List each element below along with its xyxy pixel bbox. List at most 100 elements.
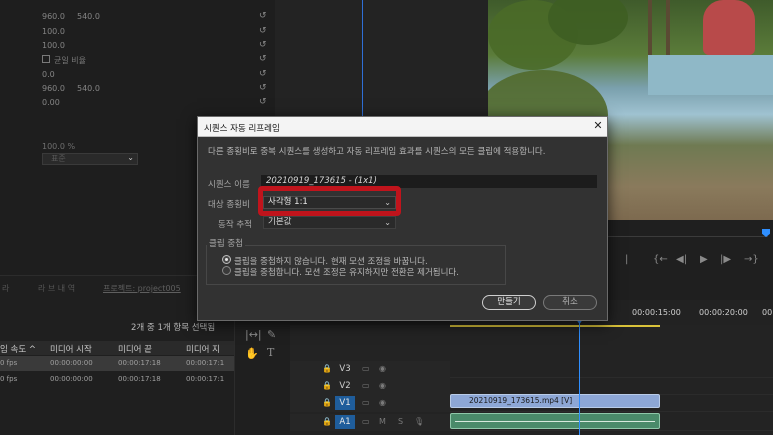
create-button[interactable]: 만들기 [482, 295, 536, 310]
cancel-button[interactable]: 취소 [543, 295, 597, 310]
go-to-out-icon[interactable]: →} [744, 254, 759, 265]
fx-value[interactable]: 100.0 [42, 27, 65, 36]
fx-row: 0.0 ↺ [0, 68, 275, 82]
project-table-header: 임 속도 ^ 미디어 시작 미디어 끝 미디어 지 [0, 341, 234, 355]
column-header[interactable]: 미디어 끝 [118, 343, 152, 355]
reset-icon[interactable]: ↺ [259, 97, 269, 108]
step-forward-icon[interactable]: |▶ [720, 254, 731, 265]
sequence-name-label: 시퀀스 이름 [208, 180, 250, 190]
aspect-ratio-select[interactable]: 사각형 1:1 ⌄ [263, 196, 396, 209]
uniform-scale-checkbox[interactable] [42, 55, 50, 63]
mute-icon[interactable]: M [379, 417, 386, 426]
solo-icon[interactable]: S [398, 417, 403, 426]
fx-row: 100.0 ↺ [0, 39, 275, 53]
fx-row: 0.00 ↺ [0, 96, 275, 110]
reset-icon[interactable]: ↺ [259, 69, 269, 80]
sync-icon[interactable]: ▭ [362, 381, 370, 390]
type-tool-icon[interactable]: T [267, 346, 274, 359]
ripple-edit-icon[interactable]: |↔| [245, 328, 262, 341]
timeline-playhead[interactable] [579, 320, 580, 435]
reset-icon[interactable]: ↺ [259, 83, 269, 94]
blend-mode-value: 표준 [51, 154, 66, 163]
chevron-down-icon: ⌄ [127, 153, 134, 162]
cell: 00:00:17:18 [118, 375, 161, 383]
close-icon[interactable]: ✕ [591, 119, 605, 133]
fx-value[interactable]: 0.00 [42, 98, 60, 107]
play-icon[interactable]: ▶ [700, 254, 708, 265]
work-area-bar[interactable] [450, 325, 660, 327]
table-row[interactable]: 0 fps 00:00:00:00 00:00:17:18 00:00:17:1 [0, 372, 234, 387]
lock-icon[interactable]: 🔒 [322, 417, 332, 426]
clip-nesting-label: 클립 중첩 [207, 237, 245, 249]
dialog-description: 다른 종횡비로 중복 시퀀스를 생성하고 자동 리프레임 효과를 시퀀스의 모든… [208, 147, 546, 157]
audio-clip[interactable] [450, 413, 660, 429]
track-name[interactable]: V3 [335, 362, 355, 376]
hand-icon[interactable]: ✋ [245, 347, 259, 360]
fx-value[interactable]: 0.0 [42, 70, 55, 79]
fx-row: 100.0 ↺ [0, 25, 275, 39]
eye-icon[interactable]: ◉ [379, 364, 386, 373]
blend-mode-select[interactable]: 표준 ⌄ [42, 153, 138, 165]
table-row[interactable]: 0 fps 00:00:00:00 00:00:17:18 00:00:17:1 [0, 356, 234, 371]
motion-tracking-select[interactable]: 기본값 ⌄ [263, 216, 396, 229]
reset-icon[interactable]: ↺ [259, 40, 269, 51]
go-to-in-icon[interactable]: {← [653, 254, 668, 265]
dialog-title: 시퀀스 자동 리프레임 [204, 124, 280, 134]
track-name[interactable]: V2 [335, 379, 355, 393]
panel-tab-history[interactable]: 라 브 내 역 [38, 283, 75, 294]
motion-tracking-label: 동작 추적 [218, 220, 252, 230]
panel-tab-project[interactable]: 프로젝트: project005 [103, 283, 181, 294]
sync-icon[interactable]: ▭ [362, 417, 370, 426]
chevron-down-icon: ⌄ [384, 198, 391, 207]
timeline-upper-area [275, 0, 488, 120]
track-name[interactable]: A1 [335, 415, 355, 429]
track-header: 🔒 V2 ▭ ◉ [290, 378, 450, 395]
tree-trunk [666, 0, 670, 60]
sync-icon[interactable]: ▭ [362, 364, 370, 373]
sync-icon[interactable]: ▭ [362, 398, 370, 407]
selection-count: 2개 중 1개 항목 선택됨 [131, 323, 216, 333]
track-v3: 🔒 V3 ▭ ◉ [290, 361, 773, 378]
panel-tab[interactable]: 라 [2, 283, 9, 294]
fx-row: 균일 비율 ↺ [0, 53, 275, 67]
playhead-line[interactable] [362, 0, 363, 120]
audio-waveform [455, 421, 655, 422]
timecode-label: 00:00:15:00 [632, 308, 681, 317]
reset-icon[interactable]: ↺ [259, 26, 269, 37]
fx-value[interactable]: 540.0 [77, 12, 100, 21]
radio-button[interactable] [222, 255, 231, 264]
aspect-ratio-label: 대상 종횡비 [208, 200, 250, 210]
column-header[interactable]: 임 속도 ^ [0, 343, 36, 355]
mark-out-icon[interactable]: | [625, 254, 628, 265]
cell: 00:00:17:18 [118, 359, 161, 367]
water-area [648, 55, 773, 95]
track-name[interactable]: V1 [335, 396, 355, 410]
chevron-down-icon: ⌄ [384, 218, 391, 227]
fx-row: 960.0 540.0 ↺ [0, 10, 275, 24]
lock-icon[interactable]: 🔒 [322, 398, 332, 407]
dialog-title-bar[interactable]: 시퀀스 자동 리프레임 ✕ [198, 117, 607, 137]
opacity-value[interactable]: 100.0 % [42, 142, 75, 151]
fx-value[interactable]: 960.0 [42, 12, 65, 21]
fx-value[interactable]: 100.0 [42, 41, 65, 50]
microphone-icon[interactable]: 🎙 [414, 417, 424, 426]
cell: 00:00:17:1 [186, 375, 225, 383]
column-header[interactable]: 미디어 시작 [50, 343, 92, 355]
eye-icon[interactable]: ◉ [379, 398, 386, 407]
fx-row: 960.0 540.0 ↺ [0, 82, 275, 96]
fx-value[interactable]: 540.0 [77, 84, 100, 93]
reset-icon[interactable]: ↺ [259, 54, 269, 65]
lock-icon[interactable]: 🔒 [322, 364, 332, 373]
column-header[interactable]: 미디어 지 [186, 343, 220, 355]
track-header: 🔒 V3 ▭ ◉ [290, 361, 450, 378]
radio-button[interactable] [222, 266, 231, 275]
lock-icon[interactable]: 🔒 [322, 381, 332, 390]
sequence-name-input[interactable]: 20210919_173615 - (1x1) [261, 175, 597, 188]
video-clip[interactable]: 20210919_173615.mp4 [V] [450, 394, 660, 408]
step-back-icon[interactable]: ◀| [676, 254, 687, 265]
aspect-ratio-value: 사각형 1:1 [268, 197, 308, 207]
eye-icon[interactable]: ◉ [379, 381, 386, 390]
reset-icon[interactable]: ↺ [259, 11, 269, 22]
fx-value[interactable]: 960.0 [42, 84, 65, 93]
pen-icon[interactable]: ✎ [267, 328, 276, 341]
